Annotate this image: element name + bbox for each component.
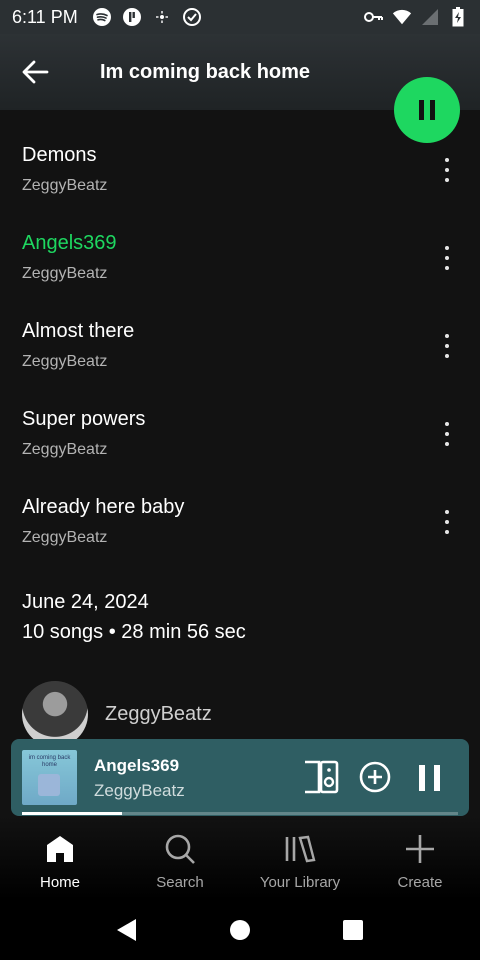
more-options-button[interactable] (432, 330, 462, 362)
spotify-icon (92, 7, 112, 27)
mini-pause-button[interactable] (416, 763, 444, 793)
more-dot (445, 334, 449, 338)
home-icon (43, 832, 77, 866)
more-dot (445, 256, 449, 260)
status-left-icons (92, 7, 202, 27)
avatar (22, 681, 88, 747)
track-row[interactable]: Angels369 ZeggyBeatz (0, 210, 480, 298)
album-meta: 10 songs • 28 min 56 sec (22, 621, 246, 643)
more-dot (445, 344, 449, 348)
now-playing-artist: ZeggyBeatz (94, 781, 185, 800)
nav-library[interactable]: Your Library (240, 816, 360, 900)
signal-icon (420, 7, 440, 27)
system-home-button[interactable] (225, 915, 255, 945)
system-back-button[interactable] (112, 915, 142, 945)
system-recents-button[interactable] (338, 915, 368, 945)
more-options-button[interactable] (432, 418, 462, 450)
settings-icon (152, 7, 172, 27)
library-icon (283, 832, 317, 866)
track-row[interactable]: Super powers ZeggyBeatz (0, 386, 480, 474)
more-options-button[interactable] (432, 242, 462, 274)
app-icon (122, 7, 142, 27)
status-bar: 6:11 PM (0, 0, 480, 34)
more-dot (445, 354, 449, 358)
plus-circle-icon (359, 761, 391, 793)
search-icon (163, 832, 197, 866)
more-options-button[interactable] (432, 154, 462, 186)
playback-progress[interactable] (22, 812, 458, 815)
track-artist: ZeggyBeatz (22, 265, 108, 282)
back-button[interactable] (0, 34, 70, 110)
more-dot (445, 422, 449, 426)
pause-icon (419, 100, 435, 120)
track-row[interactable]: Already here baby ZeggyBeatz (0, 474, 480, 562)
more-options-button[interactable] (432, 506, 462, 538)
track-artist: ZeggyBeatz (22, 529, 108, 546)
track-row[interactable]: Demons ZeggyBeatz (0, 122, 480, 210)
more-dot (445, 246, 449, 250)
wifi-icon (392, 7, 412, 27)
release-date: June 24, 2024 (22, 591, 149, 613)
more-dot (445, 158, 449, 162)
page-title: Im coming back home (100, 60, 311, 83)
nav-label: Your Library (259, 874, 341, 891)
status-right-icons (364, 7, 468, 27)
nav-create[interactable]: Create (360, 816, 480, 900)
track-title: Already here baby (22, 496, 185, 518)
track-artist: ZeggyBeatz (22, 441, 108, 458)
track-title: Almost there (22, 320, 135, 342)
system-nav-bar (0, 900, 480, 960)
track-row[interactable]: Almost there ZeggyBeatz (0, 298, 480, 386)
square-recents-icon (343, 920, 364, 940)
connect-device-button[interactable] (303, 760, 339, 794)
track-title: Angels369 (22, 232, 117, 254)
key-icon (364, 7, 384, 27)
album-art: im coming back home (22, 750, 77, 805)
playback-progress-fill (22, 812, 123, 815)
plus-icon (403, 832, 437, 866)
track-title: Super powers (22, 408, 146, 430)
bottom-nav: Home Search Your Library Create (0, 816, 480, 900)
now-playing-title: Angels369 (94, 756, 180, 775)
nav-label: Home (39, 874, 80, 891)
pause-icon (419, 765, 440, 791)
track-artist: ZeggyBeatz (22, 177, 108, 194)
more-dot (445, 178, 449, 182)
track-list: Demons ZeggyBeatz Angels369 ZeggyBeatz A… (0, 122, 480, 562)
vpn-icon (182, 7, 202, 27)
more-dot (445, 520, 449, 524)
album-art-figure (38, 774, 60, 796)
artist-name: ZeggyBeatz (105, 702, 212, 725)
more-dot (445, 432, 449, 436)
speaker-device-icon (305, 760, 339, 794)
nav-label: Search (156, 874, 204, 891)
track-artist: ZeggyBeatz (22, 353, 108, 370)
triangle-back-icon (116, 919, 136, 941)
more-dot (445, 530, 449, 534)
more-dot (445, 442, 449, 446)
nav-home[interactable]: Home (0, 816, 120, 900)
add-to-library-button[interactable] (359, 761, 391, 793)
nav-search[interactable]: Search (120, 816, 240, 900)
more-dot (445, 168, 449, 172)
nav-label: Create (397, 874, 443, 891)
more-dot (445, 510, 449, 514)
more-dot (445, 266, 449, 270)
status-time: 6:11 PM (12, 6, 78, 27)
circle-home-icon (229, 920, 250, 940)
track-title: Demons (22, 144, 97, 166)
arrow-left-icon (22, 60, 49, 84)
battery-icon (448, 7, 468, 27)
album-art-text: im coming back home (28, 755, 71, 768)
mini-player[interactable]: im coming back home Angels369 ZeggyBeatz (11, 739, 469, 816)
artist-row[interactable]: ZeggyBeatz (22, 681, 212, 747)
